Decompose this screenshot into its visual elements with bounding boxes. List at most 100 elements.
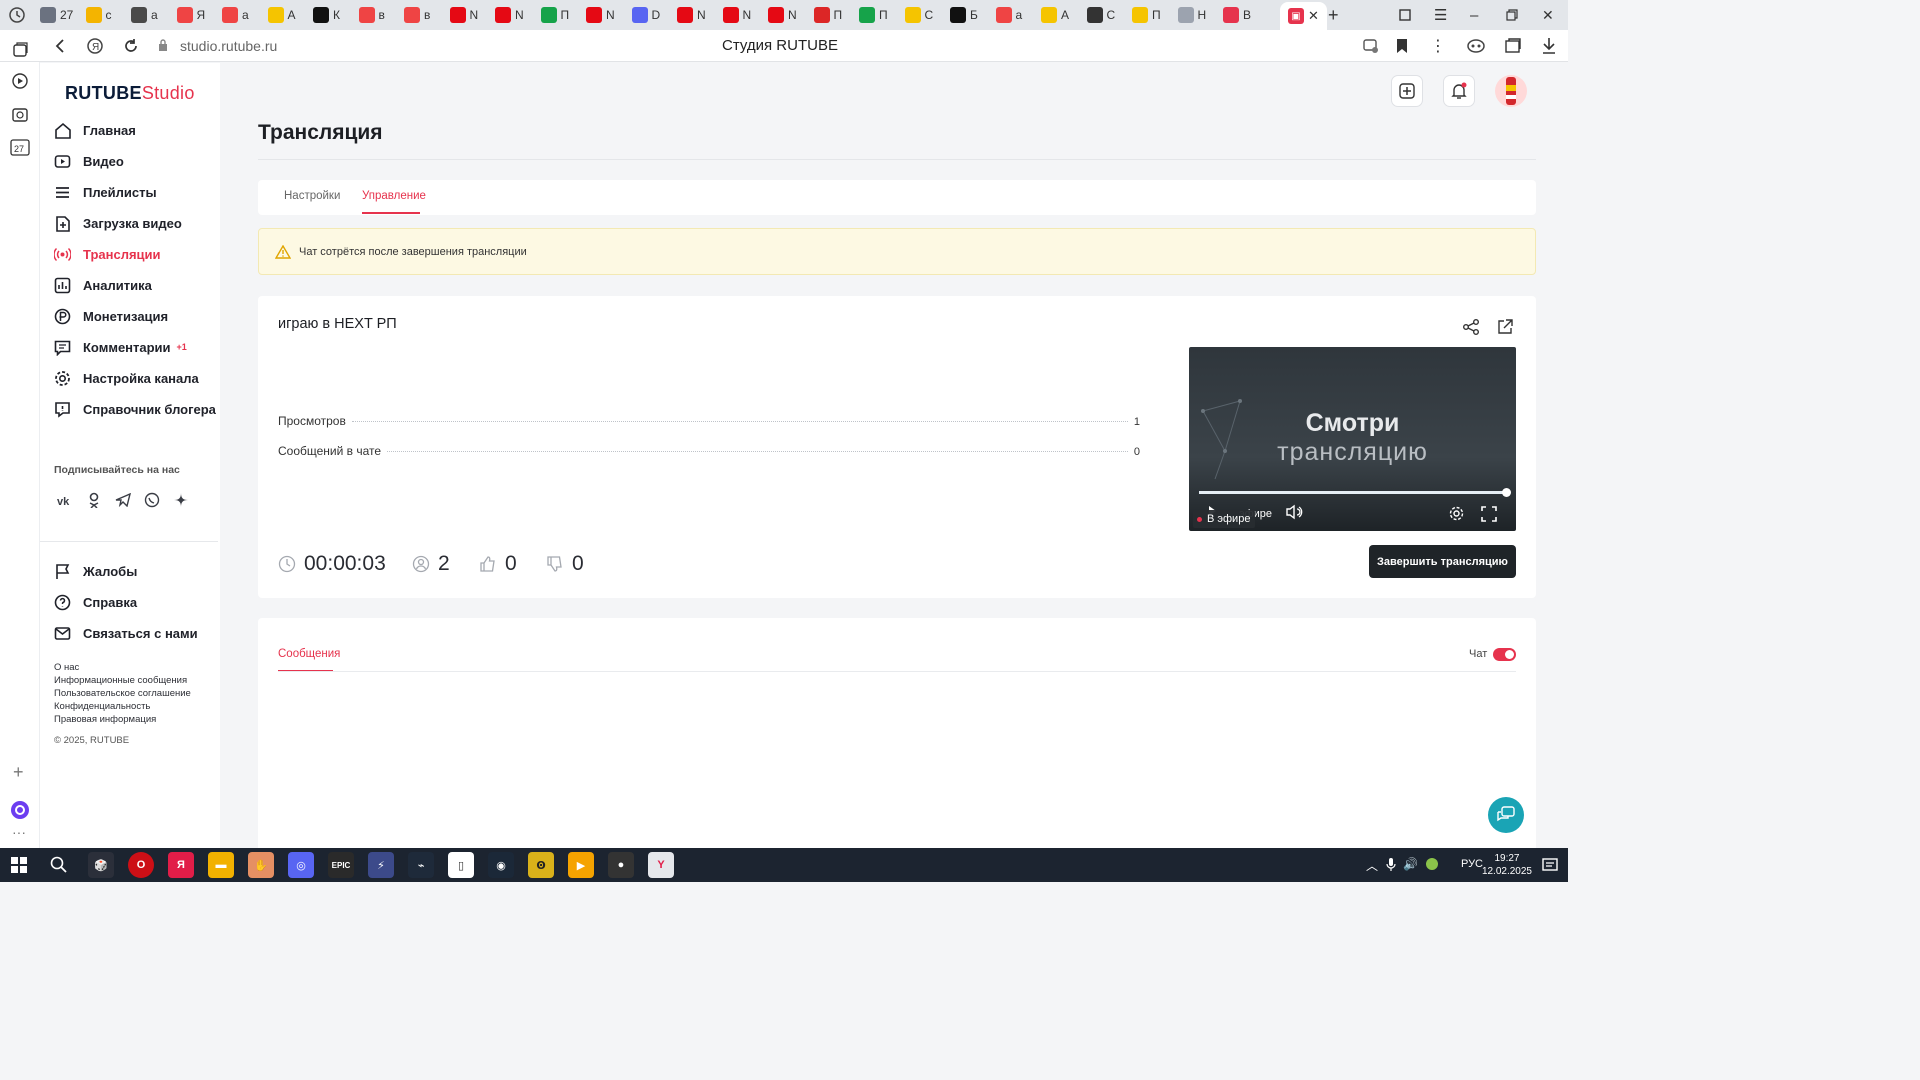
browser-tab[interactable]: D (631, 4, 660, 26)
history-icon[interactable] (8, 4, 26, 26)
windows-start-icon[interactable] (11, 857, 27, 873)
legal-link[interactable]: О нас (54, 662, 79, 673)
yandex-active-icon[interactable]: Y (648, 852, 674, 878)
browser-tab[interactable]: а (131, 4, 158, 26)
notepad-icon[interactable]: ▯ (448, 852, 474, 878)
odnoklassniki-icon[interactable] (83, 489, 105, 511)
yandex-icon[interactable]: Я (86, 37, 104, 55)
app-launcher-icon[interactable]: ⚡ (368, 852, 394, 878)
progress-handle[interactable] (1502, 488, 1511, 497)
stream-app-icon[interactable]: ✋ (248, 852, 274, 878)
browser-tab[interactable]: Б (950, 4, 978, 26)
downloads-icon[interactable] (1542, 37, 1556, 55)
network-status-icon[interactable] (1426, 858, 1438, 870)
browser-tab[interactable]: П (540, 4, 569, 26)
sidebar-item-settings[interactable]: Настройка канала (54, 367, 199, 389)
avatar[interactable] (1495, 75, 1527, 107)
more-panel-icon[interactable]: ··· (12, 824, 26, 840)
sidebar-item-video[interactable]: Видео (54, 150, 124, 172)
search-icon[interactable] (50, 856, 68, 874)
sidebar-item-upload[interactable]: Загрузка видео (54, 212, 182, 234)
passwords-icon[interactable] (1362, 38, 1380, 54)
vk-icon[interactable]: vk (54, 489, 76, 511)
fullscreen-icon[interactable] (1481, 506, 1497, 522)
browser-tab[interactable]: А (267, 4, 296, 26)
taskbar-app-icon[interactable]: 🎲 (88, 852, 114, 878)
tabs-icon[interactable] (11, 41, 29, 59)
sidebar-item-analytics[interactable]: Аналитика (54, 274, 152, 296)
browser-tab[interactable]: Н (1177, 4, 1206, 26)
opera-icon[interactable]: O (128, 852, 154, 878)
browser-tab[interactable]: С (904, 4, 933, 26)
reload-icon[interactable] (122, 37, 140, 55)
browser-tab[interactable]: К (313, 4, 340, 26)
telegram-icon[interactable] (112, 489, 134, 511)
legal-link[interactable]: Правовая информация (54, 714, 156, 725)
browser-tab[interactable]: 27 (40, 4, 73, 26)
tab-management[interactable]: Управление (362, 190, 426, 202)
open-external-icon[interactable] (1496, 318, 1514, 336)
obs-icon[interactable]: ● (608, 852, 634, 878)
browser-tab[interactable]: а (222, 4, 249, 26)
back-icon[interactable] (52, 38, 68, 54)
microphone-icon[interactable] (1386, 857, 1396, 872)
sidebar-item-mail[interactable]: Связаться с нами (54, 622, 198, 644)
browser-tab[interactable]: в (404, 4, 430, 26)
menu-icon[interactable]: ☰ (1434, 4, 1447, 26)
terminal-icon[interactable]: ⌁ (408, 852, 434, 878)
sidebar-item-guide[interactable]: Справочник блогера (54, 398, 216, 420)
browser-tab[interactable]: С (1086, 4, 1115, 26)
tab-settings[interactable]: Настройки (284, 190, 340, 202)
media-player-icon[interactable]: ▶ (568, 852, 594, 878)
tab-rutube-studio[interactable]: ▣ ✕ (1280, 2, 1327, 30)
file-explorer-icon[interactable]: ▬ (208, 852, 234, 878)
alice-assistant-icon[interactable] (10, 800, 30, 820)
browser-tab[interactable]: В (1223, 4, 1251, 26)
play-circle-icon[interactable] (11, 72, 29, 90)
clock[interactable]: 19:27 12.02.2025 (1482, 852, 1532, 878)
url-text[interactable]: studio.rutube.ru (180, 38, 277, 54)
browser-tab[interactable]: П (1132, 4, 1161, 26)
browser-tab[interactable]: а (995, 4, 1022, 26)
browser-tab[interactable]: N (449, 4, 478, 26)
notifications-button[interactable] (1443, 75, 1475, 107)
window-close-icon[interactable]: ✕ (1542, 4, 1554, 26)
tab-messages[interactable]: Сообщения (278, 648, 340, 660)
legal-link[interactable]: Конфиденциальность (54, 701, 150, 712)
sidebar-item-playlist[interactable]: Плейлисты (54, 181, 157, 203)
viber-icon[interactable] (141, 489, 163, 511)
legal-link[interactable]: Информационные сообщения (54, 675, 187, 686)
browser-tab[interactable]: П (813, 4, 842, 26)
collections-icon[interactable] (1398, 4, 1412, 26)
legal-link[interactable]: Пользовательское соглашение (54, 688, 191, 699)
browser-tab[interactable]: П (859, 4, 888, 26)
notification-center-icon[interactable] (1542, 857, 1558, 873)
restore-icon[interactable] (1506, 4, 1518, 26)
browser-tab[interactable]: в (358, 4, 385, 26)
epic-games-icon[interactable]: EPIC (328, 852, 354, 878)
support-chat-button[interactable] (1488, 797, 1524, 833)
yandex-browser-icon[interactable]: Я (168, 852, 194, 878)
share-icon[interactable] (1462, 318, 1480, 336)
volume-icon[interactable] (1285, 504, 1305, 520)
browser-tab[interactable]: с (85, 4, 112, 26)
tab-close-icon[interactable]: ✕ (1308, 8, 1319, 24)
speaker-icon[interactable]: 🔊 (1403, 857, 1418, 871)
browser-tab[interactable]: N (768, 4, 797, 26)
more-menu-icon[interactable]: ⋮ (1430, 36, 1446, 56)
browser-tab[interactable]: N (586, 4, 615, 26)
progress-track[interactable] (1199, 488, 1511, 497)
calendar-icon[interactable]: 27 (10, 138, 30, 156)
extensions-icon[interactable] (1504, 38, 1522, 54)
video-player[interactable]: Смотри трансляцию эфире В эфире (1189, 347, 1516, 531)
bookmark-icon[interactable] (1396, 38, 1408, 54)
browser-tab[interactable]: N (722, 4, 751, 26)
discord-icon[interactable]: ◎ (288, 852, 314, 878)
sidebar-item-monetization[interactable]: Монетизация (54, 305, 168, 327)
tray-chevron-icon[interactable]: ︿ (1366, 857, 1378, 874)
minimize-icon[interactable]: – (1470, 4, 1478, 26)
sidebar-item-home[interactable]: Главная (54, 119, 136, 141)
lock-icon[interactable] (158, 39, 168, 52)
rutube-studio-logo[interactable]: RUTUBEStudio (65, 83, 195, 104)
gallery-icon[interactable] (11, 106, 29, 124)
